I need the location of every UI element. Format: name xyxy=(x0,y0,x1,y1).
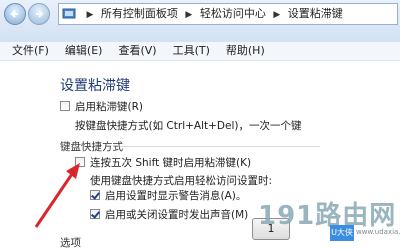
breadcrumb-item-sticky-keys[interactable]: 设置粘滞键 xyxy=(288,7,343,20)
enable-sticky-keys-option[interactable]: 启用粘滞键(R) xyxy=(60,99,143,114)
chevron-right-icon: ▶ xyxy=(185,10,193,20)
shift-five-times-option[interactable]: 连按五次 Shift 键时启用粘滞键(K) xyxy=(75,155,251,170)
control-panel-icon xyxy=(62,8,76,19)
forward-button[interactable] xyxy=(28,3,50,25)
menu-tools[interactable]: 工具(T) xyxy=(165,42,218,60)
watermark-text: 191路由网 xyxy=(258,201,397,231)
forward-arrow-icon xyxy=(36,10,44,18)
enable-sticky-keys-checkbox[interactable] xyxy=(60,101,70,111)
enable-sticky-keys-label: 启用粘滞键(R) xyxy=(75,101,143,113)
section-heading-keyboard-shortcut: 键盘快捷方式 xyxy=(60,141,123,153)
menu-edit[interactable]: 编辑(E) xyxy=(57,42,111,60)
breadcrumb-item-all-control-panel[interactable]: 所有控制面板项 xyxy=(101,7,178,20)
address-bar: ▶ 所有控制面板项 ▶ 轻松访问中心 ▶ 设置粘滞键 xyxy=(0,0,400,43)
page-title: 设置粘滞键 xyxy=(60,78,130,94)
back-arrow-icon xyxy=(10,10,18,18)
sound-option[interactable]: 启用或关闭设置时发出声音(M) xyxy=(90,207,248,222)
chevron-right-icon: ▶ xyxy=(86,10,94,20)
annotation-arrow-icon xyxy=(34,163,80,228)
settings-content: 设置粘滞键 启用粘滞键(R) 按键盘快捷方式(如 Ctrl+Alt+Del)，一… xyxy=(0,61,400,249)
menu-bar: 文件(F) 编辑(E) 查看(V) 工具(T) 帮助(H) xyxy=(0,42,400,61)
sound-checkbox[interactable] xyxy=(90,209,100,219)
menu-help[interactable]: 帮助(H) xyxy=(218,42,273,60)
watermark-url: www.udaxia.com xyxy=(356,228,400,236)
section-heading-options: 选项 xyxy=(60,237,81,249)
warning-message-checkbox[interactable] xyxy=(90,190,100,200)
shift-five-times-label: 连按五次 Shift 键时启用粘滞键(K) xyxy=(90,157,252,169)
breadcrumb-item-ease-of-access[interactable]: 轻松访问中心 xyxy=(200,7,266,20)
sticky-keys-hint: 按键盘快捷方式(如 Ctrl+Alt+Del)，一次一个键 xyxy=(75,120,302,132)
sound-label: 启用或关闭设置时发出声音(M) xyxy=(105,209,249,221)
watermark: 191路由网 U大侠 www.udaxia.com xyxy=(258,195,400,243)
section-divider xyxy=(120,146,320,147)
menu-file[interactable]: 文件(F) xyxy=(0,42,57,60)
menu-view[interactable]: 查看(V) xyxy=(110,42,164,60)
back-button[interactable] xyxy=(4,3,26,25)
watermark-badge: U大侠 xyxy=(330,225,354,241)
chevron-right-icon: ▶ xyxy=(273,10,281,20)
shortcut-hint: 使用键盘快捷方式启用轻松访问设置时: xyxy=(90,175,273,187)
breadcrumb[interactable]: ▶ 所有控制面板项 ▶ 轻松访问中心 ▶ 设置粘滞键 xyxy=(58,3,398,25)
warning-message-label: 启用设置时显示警告消息(A)。 xyxy=(105,190,247,202)
warning-message-option[interactable]: 启用设置时显示警告消息(A)。 xyxy=(90,188,246,203)
